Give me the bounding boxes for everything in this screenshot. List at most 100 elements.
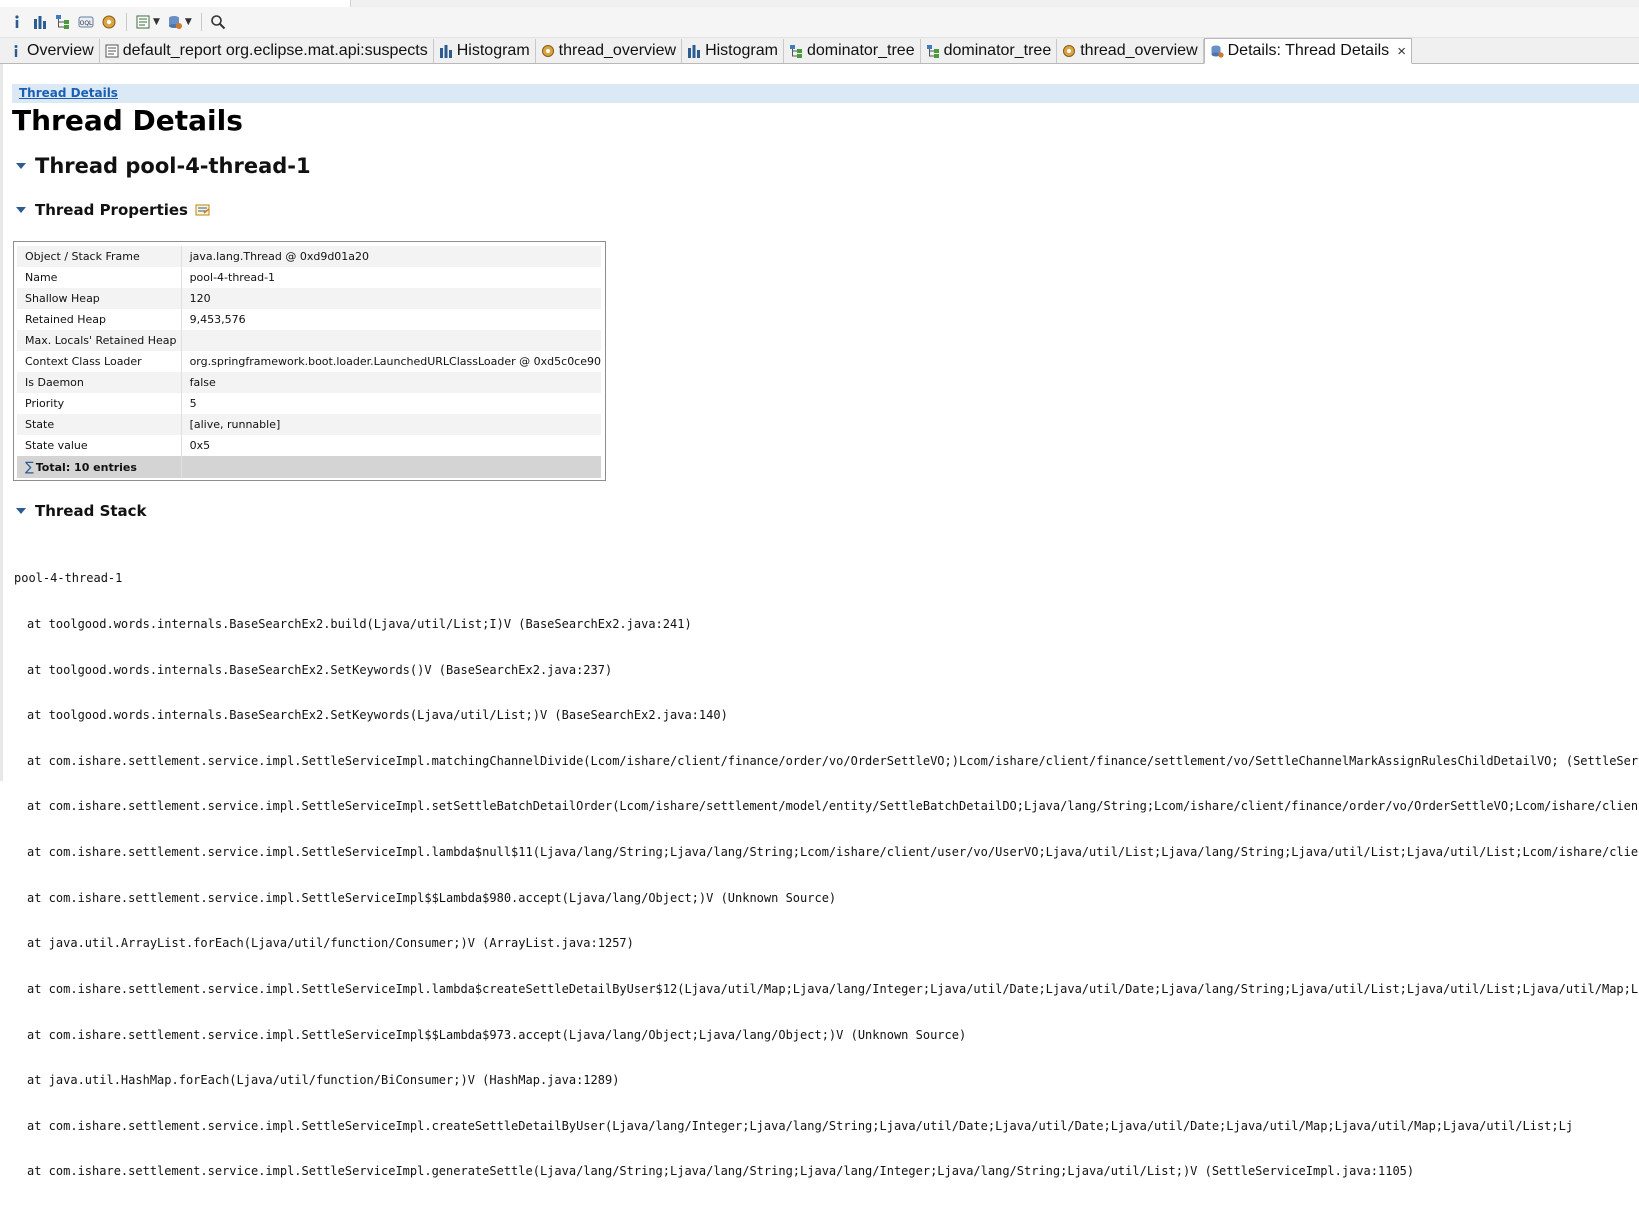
thread-overview-icon: [1061, 43, 1077, 59]
stack-frame: at com.ishare.settlement.service.impl.Se…: [27, 753, 1639, 768]
property-key: State: [17, 414, 182, 435]
expand-triangle-icon: [16, 207, 26, 213]
property-value: 120: [181, 288, 603, 309]
property-key: Is Daemon: [17, 372, 182, 393]
dominator-tree-icon: [788, 43, 804, 59]
editor-tab[interactable]: [0, 0, 351, 7]
histogram-icon[interactable]: [29, 11, 51, 33]
tab-dominator-tree[interactable]: dominator_tree: [921, 39, 1058, 63]
table-row[interactable]: Object / Stack Frame java.lang.Thread @ 0…: [17, 246, 603, 267]
stack-frame: at com.ishare.settlement.service.impl.Se…: [27, 799, 1639, 814]
property-value: [alive, runnable]: [181, 414, 603, 435]
stack-frame: at com.ishare.settlement.service.impl.Se…: [27, 845, 1639, 860]
open-in-table-icon[interactable]: [195, 203, 211, 217]
property-value: pool-4-thread-1: [181, 267, 603, 288]
stack-frame: at toolgood.words.internals.BaseSearchEx…: [27, 708, 728, 723]
tab-label: Histogram: [456, 42, 530, 59]
stack-frame: at com.ishare.settlement.service.impl.Se…: [27, 1164, 1415, 1179]
stack-frame: at com.ishare.settlement.service.impl.Se…: [27, 890, 837, 905]
reports-dropdown-icon[interactable]: ▼: [153, 17, 160, 27]
total-label: Total: 10 entries: [35, 460, 137, 474]
property-key: Priority: [17, 393, 182, 414]
oql-icon[interactable]: OQL: [75, 11, 97, 33]
thread-stack-toggle[interactable]: Thread Stack: [16, 502, 147, 520]
thread-stack-heading: Thread Stack: [35, 502, 147, 520]
table-row[interactable]: Context Class Loader org.springframework.…: [17, 351, 603, 372]
tab-thread-overview[interactable]: thread_overview: [1057, 39, 1204, 63]
table-row[interactable]: Name pool-4-thread-1: [17, 267, 603, 288]
table-row[interactable]: State [alive, runnable]: [17, 414, 603, 435]
property-value: [181, 330, 603, 351]
tab-histogram[interactable]: Histogram: [434, 39, 536, 63]
toolbar: OQL ▼ ▼: [0, 7, 1639, 38]
tab-label: thread_overview: [1080, 42, 1198, 59]
query-browser-icon[interactable]: [164, 11, 186, 33]
table-row[interactable]: Max. Locals' Retained Heap: [17, 330, 603, 351]
property-value: false: [181, 372, 603, 393]
stack-frame: at com.ishare.settlement.service.impl.Se…: [27, 981, 1639, 996]
tab-label: dominator_tree: [943, 42, 1052, 59]
thread-properties-heading: Thread Properties: [35, 201, 188, 219]
reports-icon[interactable]: [132, 11, 154, 33]
tab-label: dominator_tree: [806, 42, 915, 59]
stack-thread-name: pool-4-thread-1: [14, 571, 123, 586]
editor-tabs: Overview default_report org.eclipse.mat.…: [0, 38, 1639, 64]
sum-icon: ∑: [25, 459, 34, 475]
details-panel: Thread Details Thread Details Thread poo…: [0, 64, 1639, 1178]
property-key: Object / Stack Frame: [17, 246, 182, 267]
thread-overview-icon[interactable]: [98, 11, 120, 33]
stack-frame: at com.ishare.settlement.service.impl.Se…: [27, 1118, 1574, 1133]
stack-frame: at toolgood.words.internals.BaseSearchEx…: [27, 662, 613, 677]
property-key: Retained Heap: [17, 309, 182, 330]
toolbar-separator: [200, 13, 202, 31]
property-value: 0x5: [181, 435, 603, 456]
property-value: java.lang.Thread @ 0xd9d01a20: [181, 246, 603, 267]
query-browser-dropdown-icon[interactable]: ▼: [185, 17, 192, 27]
dominator-tree-icon[interactable]: [52, 11, 74, 33]
dominator-tree-icon: [925, 43, 941, 59]
tab-label: thread_overview: [558, 42, 677, 59]
tab-default-report[interactable]: default_report org.eclipse.mat.api:suspe…: [100, 39, 434, 63]
thread-heading: Thread pool-4-thread-1: [35, 154, 311, 178]
page-title: Thread Details: [12, 104, 243, 137]
property-key: Context Class Loader: [17, 351, 182, 372]
table-row[interactable]: Shallow Heap 120: [17, 288, 603, 309]
thread-properties-table: Object / Stack Frame java.lang.Thread @ 0…: [13, 241, 606, 481]
property-value: 5: [181, 393, 603, 414]
close-icon[interactable]: ×: [1397, 43, 1406, 60]
thread-section-toggle[interactable]: Thread pool-4-thread-1: [16, 154, 311, 178]
thread-overview-icon: [540, 43, 556, 59]
info-icon[interactable]: [6, 11, 28, 33]
property-key: Max. Locals' Retained Heap: [17, 330, 182, 351]
tab-label: Histogram: [705, 42, 778, 59]
table-row[interactable]: Priority 5: [17, 393, 603, 414]
breadcrumb-link[interactable]: Thread Details: [19, 86, 118, 100]
search-icon[interactable]: [207, 11, 229, 33]
property-value: org.springframework.boot.loader.Launched…: [181, 351, 603, 372]
tab-label: Details: Thread Details: [1227, 42, 1390, 59]
histogram-icon: [438, 43, 454, 59]
tab-thread-overview[interactable]: thread_overview: [536, 39, 683, 63]
thread-details-icon: [1209, 43, 1225, 59]
total-value: [181, 456, 603, 478]
thread-properties-toggle[interactable]: Thread Properties: [16, 201, 211, 219]
toolbar-separator: [126, 13, 127, 31]
property-key: Shallow Heap: [17, 288, 182, 309]
tab-dominator-tree[interactable]: dominator_tree: [784, 39, 921, 63]
table-row[interactable]: Retained Heap 9,453,576: [17, 309, 603, 330]
stack-frame: at com.ishare.settlement.service.impl.Se…: [27, 1027, 967, 1042]
info-icon: [8, 43, 24, 59]
tab-thread-details[interactable]: Details: Thread Details ×: [1203, 38, 1412, 64]
tab-label: default_report org.eclipse.mat.api:suspe…: [122, 42, 428, 59]
stack-frame: at java.util.HashMap.forEach(Ljava/util/…: [27, 1073, 620, 1088]
tab-histogram[interactable]: Histogram: [682, 39, 784, 63]
property-value: 9,453,576: [181, 309, 603, 330]
table-row[interactable]: Is Daemon false: [17, 372, 603, 393]
tab-overview[interactable]: Overview: [4, 39, 100, 63]
svg-text:OQL: OQL: [80, 20, 93, 27]
histogram-icon: [686, 43, 702, 59]
table-row[interactable]: State value 0x5: [17, 435, 603, 456]
breadcrumb: Thread Details: [12, 84, 1639, 103]
expand-triangle-icon: [16, 508, 26, 514]
property-key: State value: [17, 435, 182, 456]
